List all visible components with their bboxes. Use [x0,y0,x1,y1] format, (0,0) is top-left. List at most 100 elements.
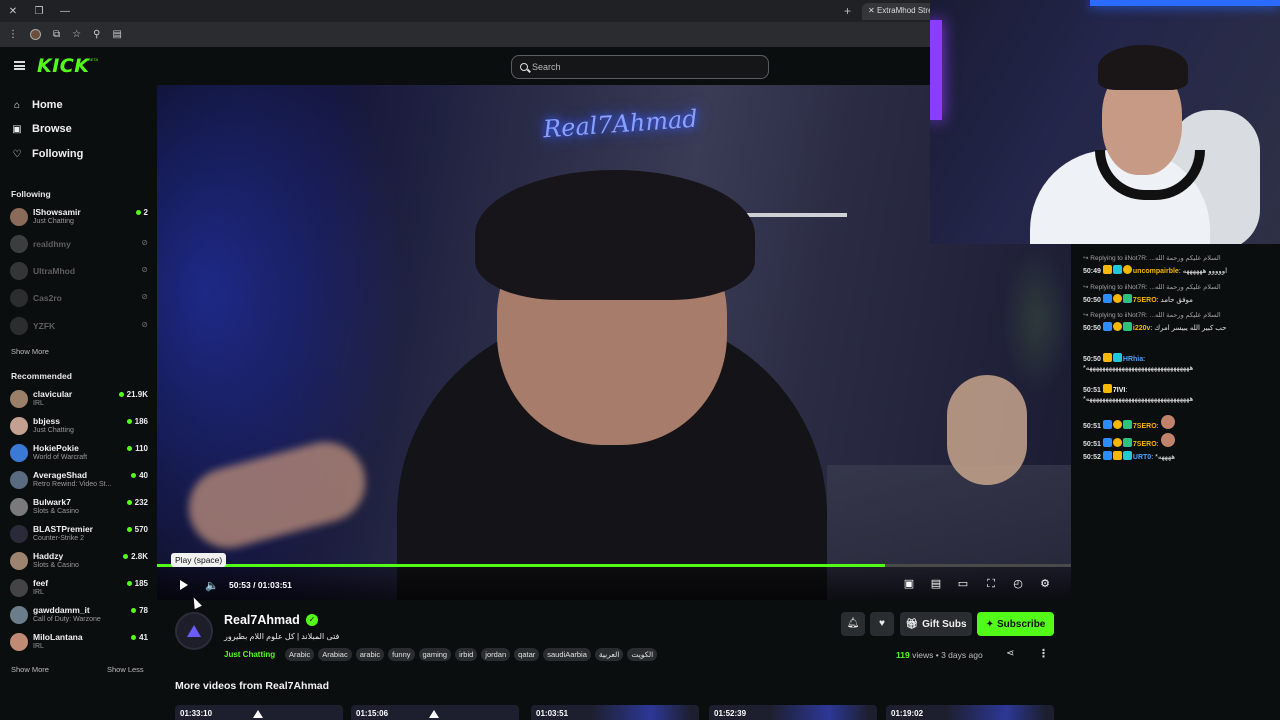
video-thumbnail[interactable]: 01:19:02 [886,705,1054,720]
tag[interactable]: arabic [355,648,385,661]
live-dot-icon [118,392,124,397]
recommended-channel[interactable]: clavicular IRL 21.9K [10,387,148,411]
nav-following[interactable]: ♡ Following [11,148,84,160]
offline-icon: ⊘ [141,292,148,301]
restore-window-icon[interactable]: ❐ [26,6,52,17]
following-channel[interactable]: IShowsamir Just Chatting 2 [10,205,148,229]
avatar [10,417,28,435]
tag[interactable]: qatar [514,648,540,661]
chat-username[interactable]: URT0 [1133,454,1151,461]
volume-icon[interactable]: 🔈 [205,579,219,592]
logo-icon [429,710,439,718]
tag[interactable]: funny [388,648,415,661]
fullscreen-icon[interactable]: ⛶ [985,578,997,590]
share-icon[interactable]: ⋖ [1006,648,1014,659]
tag[interactable]: gaming [418,648,452,661]
zoom-icon[interactable]: ⚲ [93,29,100,40]
video-thumbnail[interactable]: 01:15:06 [351,705,519,720]
coin-badge-icon [1122,265,1132,274]
settings-gear-icon[interactable]: ⚙ [1039,578,1051,590]
recommended-channel[interactable]: AverageShad Retro Rewind: Video St... 40 [10,468,148,492]
chat-message: 50:51 7IVI: *ههههههههههههههههههههههههههههه… [1083,384,1278,404]
chat-username[interactable]: HRhia [1123,356,1143,363]
video-thumbnail[interactable]: 01:03:51 [531,705,699,720]
menu-dots-icon[interactable]: ⋮ [8,29,18,40]
tag[interactable]: jordan [481,648,511,661]
puzzle-icon[interactable]: ▤ [112,29,121,40]
recommended-channel[interactable]: bbjess Just Chatting 186 [10,414,148,438]
chat-username[interactable]: 7SERO [1133,441,1157,448]
following-channel[interactable]: YZFK ⊘ [10,314,148,338]
channel-avatar[interactable] [175,612,213,650]
browse-icon: ▣ [12,123,22,135]
notification-bell-button[interactable]: 🔔︎ [841,612,865,636]
viewer-count: 185 [126,579,148,588]
tag[interactable]: irbid [455,648,478,661]
nav-browse[interactable]: ▣ Browse [11,123,71,135]
avatar [10,525,28,543]
video-thumbnail[interactable]: 01:33:10 [175,705,343,720]
tag[interactable]: الكويت [627,648,658,661]
show-less-recommended[interactable]: Show Less [107,665,144,674]
pip-icon[interactable]: ▣ [903,578,915,590]
emote-icon [1160,415,1175,429]
channel-name: MiloLantana [33,632,83,642]
recommended-channel[interactable]: Haddzy Slots & Casino 2.8K [10,549,148,573]
recommended-channel[interactable]: MiloLantana IRL 41 [10,630,148,654]
recommended-channel[interactable]: Bulwark7 Slots & Casino 232 [10,495,148,519]
show-more-recommended[interactable]: Show More [11,665,49,674]
coin-badge-icon [1112,438,1122,447]
hamburger-icon[interactable] [14,61,25,70]
theater-mode-icon[interactable]: ▭ [957,578,969,590]
live-dot-icon [123,554,129,559]
channel-name-title[interactable]: Real7Ahmad [224,613,300,627]
speed-icon[interactable]: ◴ [1012,578,1024,590]
kick-logo[interactable]: KICK [37,55,89,77]
chat-username[interactable]: 7IVI [1113,387,1125,394]
minimize-window-icon[interactable]: — [52,6,78,17]
gift-subs-button[interactable]: 🎁︎ Gift Subs [900,612,972,636]
recommended-heading: Recommended [11,371,72,381]
recommended-channel[interactable]: HokiePokie World of Warcraft 110 [10,441,148,465]
gift-badge-icon [1122,438,1132,447]
subscribe-button[interactable]: ✦ Subscribe [977,612,1054,636]
close-window-icon[interactable]: ✕ [0,6,26,17]
channel-category: Counter-Strike 2 [33,535,84,542]
chat-username[interactable]: i220v [1133,325,1151,332]
tag[interactable]: العربية [594,648,624,661]
video-thumbnail[interactable]: 01:52:39 [709,705,877,720]
viewer-count: 186 [126,417,148,426]
chat-username[interactable]: 7SERO [1133,297,1157,304]
live-dot-icon [126,581,132,586]
following-channel[interactable]: UltraMhod ⊘ [10,259,148,283]
channel-name: HokiePokie [33,443,79,453]
following-channel[interactable]: Cas2ro ⊘ [10,286,148,310]
clip-icon[interactable]: ▤ [930,578,942,590]
recommended-channel[interactable]: feef IRL 185 [10,576,148,600]
category-link[interactable]: Just Chatting [224,650,275,659]
chat-username[interactable]: 7SERO [1133,423,1157,430]
search-input[interactable] [532,62,752,72]
show-more-following[interactable]: Show More [11,347,49,356]
viewer-count: 21.9K [118,390,148,399]
chat-message: 50:49 uncompairble: اووووو ههههههه [1083,265,1278,276]
tag[interactable]: Arabiac [318,648,352,661]
search-bar[interactable] [511,55,769,79]
following-channel[interactable]: realdhmy ⊘ [10,232,148,256]
plus-icon[interactable]: + [844,4,851,18]
profile-icon[interactable] [30,29,41,40]
recommended-channel[interactable]: BLASTPremier Counter-Strike 2 570 [10,522,148,546]
reply-context: ↪ Replying to iiNot7R: ...السلام عليكم و… [1083,284,1221,291]
home-icon: ⌂ [13,99,21,111]
tag[interactable]: Arabic [285,648,315,661]
star-icon[interactable]: ☆ [72,29,81,40]
progress-bar[interactable] [157,564,1071,567]
nav-home[interactable]: ⌂ Home [11,99,63,111]
chat-username[interactable]: uncompairble [1133,268,1179,275]
extension-icon[interactable]: ⧉ [53,29,60,40]
more-options-icon[interactable]: ⋮ [1038,647,1049,660]
recommended-channel[interactable]: gawddamm_it Call of Duty: Warzone 78 [10,603,148,627]
tag[interactable]: saudiAarbia [543,648,591,661]
play-icon[interactable] [180,580,188,590]
follow-heart-button[interactable]: ♥ [870,612,894,636]
